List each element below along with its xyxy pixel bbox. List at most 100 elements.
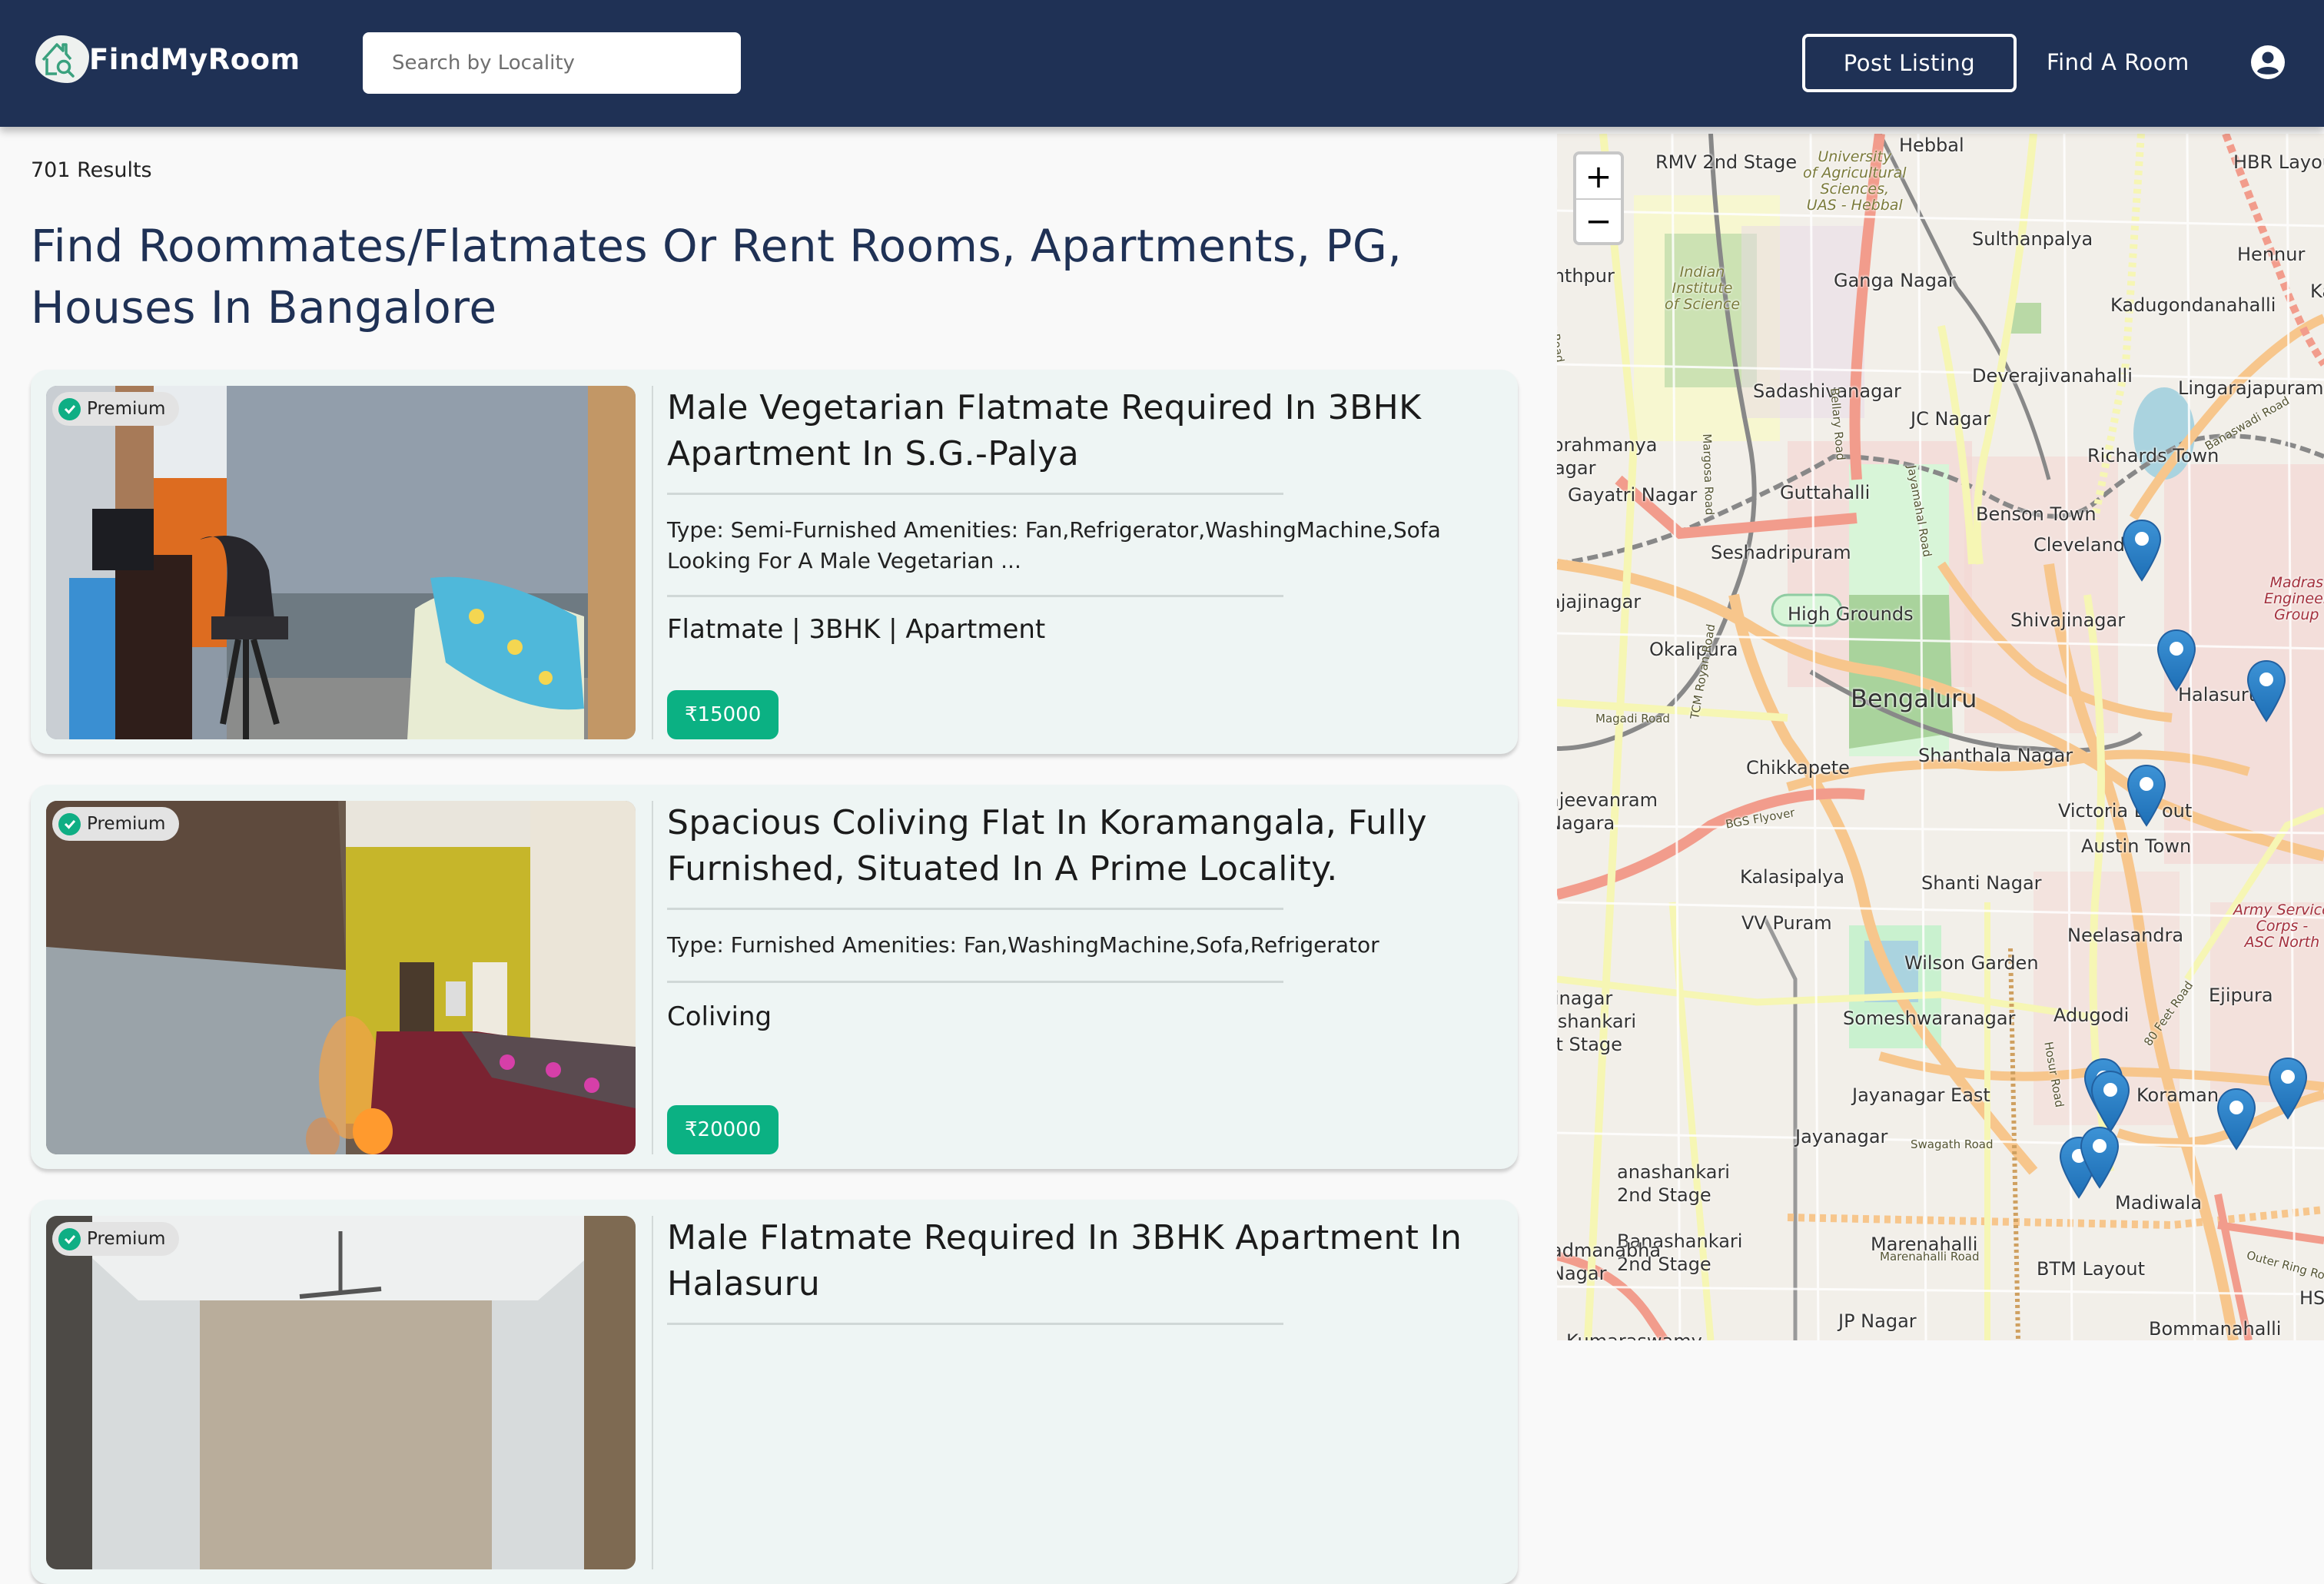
- post-listing-button[interactable]: Post Listing: [1802, 34, 2017, 92]
- map-place-label: Gayatri Nagar: [1568, 484, 1698, 506]
- check-circle-icon: [58, 397, 81, 420]
- map-place-label: Someshwaranagar: [1843, 1008, 2016, 1029]
- room-photo-desk-chair-mattress: [46, 386, 636, 739]
- divider: [667, 595, 1283, 597]
- premium-label: Premium: [87, 1229, 166, 1249]
- brand-name: FindMyRoom: [89, 42, 300, 76]
- map-place-label: ajajinagar: [1557, 591, 1642, 613]
- divider: [667, 981, 1283, 983]
- top-navbar: FindMyRoom Post Listing Find A Room: [0, 0, 2324, 127]
- map-place-label: Okalipura: [1649, 639, 1738, 660]
- map-place-label: Koraman: [2136, 1084, 2219, 1106]
- listing-title[interactable]: Spacious Coliving Flat In Koramangala, F…: [667, 800, 1497, 892]
- premium-badge: Premium: [52, 392, 180, 426]
- map-marker-pin-icon[interactable]: [2246, 659, 2286, 722]
- map-marker-pin-icon[interactable]: [2090, 1070, 2130, 1133]
- map-place-label: JC Nagar: [1911, 408, 1990, 430]
- map-place-label: Wilson Garden: [1904, 952, 2039, 974]
- map-place-label: Jayanagar East: [1852, 1084, 1990, 1106]
- map-place-label: ajeevanram Nagara: [1557, 789, 1658, 834]
- card-divider: [652, 801, 653, 1154]
- price-badge: ₹20000: [667, 1105, 779, 1154]
- map-place-label: Bengaluru: [1851, 684, 1977, 713]
- listings-map[interactable]: + − Hebbal RMV 2nd Stage HBR Layou Sulthanp…: [1557, 134, 2324, 1340]
- map-marker-pin-icon[interactable]: [2122, 519, 2162, 582]
- map-place-label: Bommanahalli: [2149, 1318, 2282, 1340]
- check-circle-icon: [58, 812, 81, 835]
- premium-badge: Premium: [52, 1222, 180, 1256]
- price-badge: ₹15000: [667, 690, 779, 739]
- divider: [667, 493, 1283, 495]
- map-marker-pin-icon[interactable]: [2156, 629, 2196, 692]
- card-divider: [652, 1216, 653, 1569]
- map-place-label: Neelasandra: [2067, 925, 2184, 946]
- map-place-label: Lingarajapuram: [2178, 377, 2324, 399]
- listing-title[interactable]: Male Vegetarian Flatmate Required In 3BH…: [667, 385, 1497, 477]
- map-place-label: Kalasipalya: [1740, 866, 1845, 888]
- map-marker-pin-icon[interactable]: [2080, 1126, 2120, 1189]
- map-place-label: RMV 2nd Stage: [1655, 151, 1798, 173]
- listing-photo[interactable]: Premium: [46, 801, 636, 1154]
- map-road-label: Margosa Road: [1700, 433, 1717, 516]
- map-place-label: rinagar ashankari st Stage: [1557, 988, 1637, 1055]
- map-place-label: Shivajinagar: [2010, 609, 2126, 631]
- map-zoom-control: + −: [1573, 151, 1624, 245]
- listing-tags: Coliving: [667, 1001, 772, 1032]
- map-place-label: Madiwala: [2115, 1192, 2203, 1214]
- listing-card[interactable]: Premium Spacious Coliving Flat In Korama…: [31, 785, 1518, 1169]
- results-count: 701 Results: [31, 158, 152, 182]
- premium-badge: Premium: [52, 807, 180, 841]
- map-institution-label: Indian Institute of Science: [1665, 264, 1741, 313]
- map-place-label: VV Puram: [1741, 912, 1832, 934]
- listing-card[interactable]: Premium Male Vegetarian Flatmate Require…: [31, 370, 1518, 754]
- card-divider: [652, 386, 653, 739]
- brand-logo-link[interactable]: FindMyRoom: [35, 32, 300, 86]
- premium-label: Premium: [87, 814, 166, 834]
- map-place-label: High Grounds: [1788, 603, 1914, 625]
- map-place-label: Seshadripuram: [1711, 542, 1851, 563]
- map-place-label: Shanthala Nagar: [1918, 745, 2073, 766]
- divider: [667, 908, 1283, 910]
- find-a-room-link[interactable]: Find A Room: [2047, 45, 2190, 80]
- map-place-label: Victoria L out: [2058, 800, 2193, 822]
- listing-description: Type: Furnished Amenities: Fan,WashingMa…: [667, 932, 1379, 958]
- zoom-out-button[interactable]: −: [1576, 198, 1621, 242]
- check-circle-icon: [58, 1227, 81, 1250]
- map-place-label: Hebbal: [1899, 134, 1964, 156]
- map-place-label: JP Nagar: [1838, 1310, 1917, 1332]
- map-place-label: Jayanagar: [1795, 1126, 1888, 1147]
- listing-tags: Flatmate | 3BHK | Apartment: [667, 614, 1046, 645]
- divider: [667, 1323, 1283, 1325]
- map-military-area-label: Madras Engineer Group: [2264, 574, 2324, 623]
- listing-title[interactable]: Male Flatmate Required In 3BHK Apartment…: [667, 1215, 1497, 1307]
- map-place-label: ubrahmanya Nagar: [1557, 434, 1658, 479]
- map-place-label: Kumaraswamy: [1566, 1330, 1702, 1340]
- user-circle-icon[interactable]: [2250, 45, 2286, 80]
- listing-card[interactable]: Premium Male Flatmate Required In 3BHK A…: [31, 1200, 1518, 1584]
- map-place-label: Austin Town: [2081, 835, 2192, 857]
- listing-photo[interactable]: Premium: [46, 1216, 636, 1569]
- map-place-label: Chikkapete: [1746, 757, 1850, 779]
- map-place-label: admanabha Nagar: [1557, 1240, 1662, 1284]
- map-place-label: Kadugondanahalli: [2110, 294, 2276, 316]
- map-place-label: anthpur: [1557, 265, 1615, 287]
- map-place-label: Deverajivanahalli: [1972, 365, 2133, 387]
- premium-label: Premium: [87, 399, 166, 419]
- map-place-label: Adugodi: [2053, 1005, 2130, 1026]
- search-locality-input[interactable]: [363, 32, 741, 94]
- map-marker-pin-icon[interactable]: [2268, 1057, 2308, 1120]
- listing-photo[interactable]: Premium: [46, 386, 636, 739]
- map-marker-pin-icon[interactable]: [2216, 1088, 2256, 1151]
- zoom-in-button[interactable]: +: [1576, 154, 1621, 198]
- room-photo-yellow-wall-bed-lamp: [46, 801, 636, 1154]
- map-road-label: Magadi Road: [1595, 712, 1670, 726]
- map-place-label: HSR: [2299, 1287, 2324, 1309]
- page-title: Find Roommates/Flatmates Or Rent Rooms, …: [31, 220, 1403, 334]
- map-institution-label: University of Agricultural Sciences, UAS…: [1803, 148, 1907, 214]
- map-marker-pin-icon[interactable]: [2126, 764, 2166, 827]
- map-road-label: Marenahalli Road: [1880, 1250, 1980, 1264]
- map-road-label: Swagath Road: [1911, 1137, 1994, 1151]
- map-place-label: Ejipura: [2209, 985, 2273, 1006]
- map-place-label: Shanti Nagar: [1921, 872, 2042, 894]
- map-place-label: Kal: [2310, 281, 2324, 302]
